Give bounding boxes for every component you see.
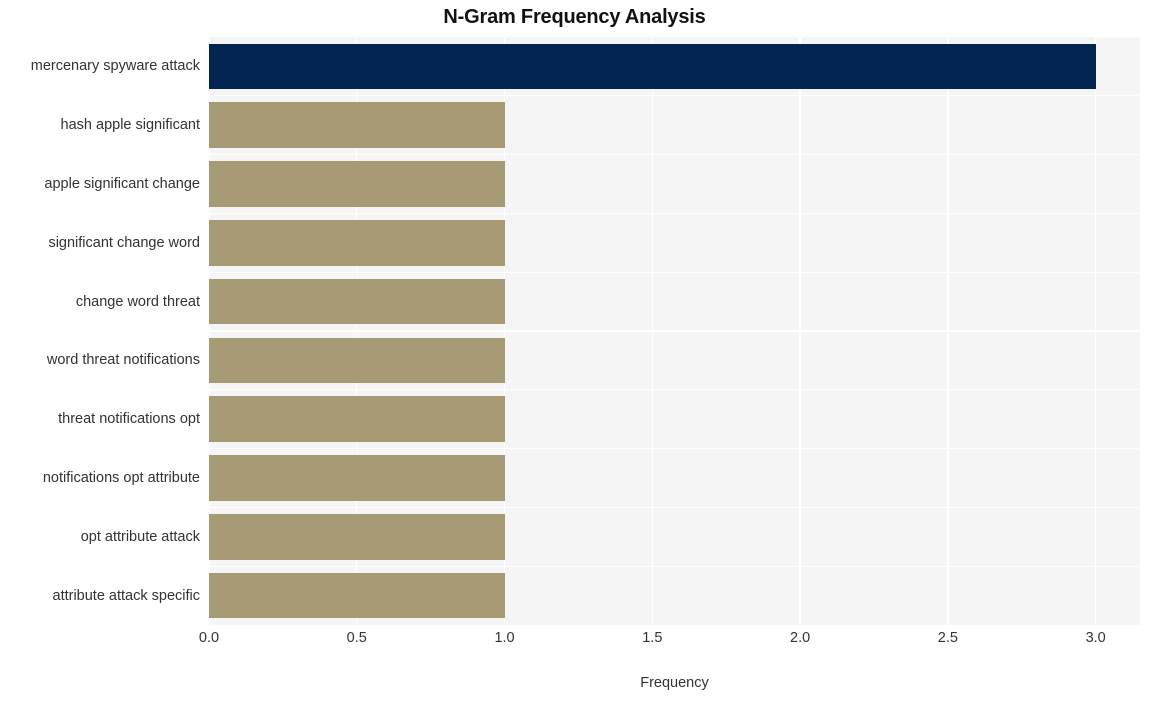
horizontal-gridline	[209, 212, 1140, 215]
horizontal-gridline	[209, 447, 1140, 450]
horizontal-gridline	[209, 565, 1140, 567]
x-axis-tick-label: 1.5	[642, 630, 663, 646]
horizontal-gridline	[209, 153, 1140, 156]
y-axis-label: hash apple significant	[60, 117, 200, 134]
bar[interactable]	[209, 455, 505, 501]
y-axis-label: mercenary spyware attack	[30, 58, 200, 75]
horizontal-gridline	[209, 506, 1140, 509]
y-axis-label: word threat notifications	[46, 352, 200, 369]
ngram-frequency-chart: N-Gram Frequency Analysis mercenary spyw…	[0, 0, 1149, 701]
x-axis-tick-label: 0.0	[198, 630, 220, 646]
bar[interactable]	[209, 161, 505, 207]
plot-area	[209, 37, 1140, 625]
x-axis-tick-labels: 0.0 0.5 1.0 1.5 2.0 2.5 3.0	[199, 630, 1140, 653]
x-axis-tick-label: 3.0	[1085, 630, 1106, 646]
bar[interactable]	[209, 102, 505, 148]
bar[interactable]	[209, 337, 505, 384]
y-axis-label: threat notifications opt	[58, 411, 200, 428]
bar[interactable]	[209, 220, 505, 266]
y-axis-label: change word threat	[75, 293, 200, 310]
y-axis-label: apple significant change	[44, 176, 200, 192]
y-axis-label: significant change word	[48, 234, 200, 251]
horizontal-gridline	[209, 330, 1140, 332]
horizontal-gridline	[209, 389, 1140, 391]
x-axis-title: Frequency	[640, 675, 709, 691]
x-axis-tick-label: 0.5	[346, 630, 367, 646]
bar[interactable]	[209, 278, 505, 325]
bar[interactable]	[209, 572, 505, 619]
x-axis-tick-label: 1.0	[494, 630, 515, 646]
y-axis-label: opt attribute attack	[80, 528, 200, 545]
bar[interactable]	[209, 396, 505, 442]
y-axis-category-labels: mercenary spyware attack hash apple signi…	[0, 37, 209, 625]
horizontal-gridline	[209, 271, 1140, 273]
horizontal-gridline	[209, 95, 1140, 97]
bar[interactable]	[209, 514, 505, 560]
y-axis-label: notifications opt attribute	[42, 470, 200, 486]
chart-title: N-Gram Frequency Analysis	[443, 6, 706, 28]
y-axis-label: attribute attack specific	[52, 587, 201, 604]
bar[interactable]	[209, 43, 1096, 90]
x-axis-tick-label: 2.0	[790, 630, 811, 646]
x-axis-tick-label: 2.5	[937, 630, 958, 646]
